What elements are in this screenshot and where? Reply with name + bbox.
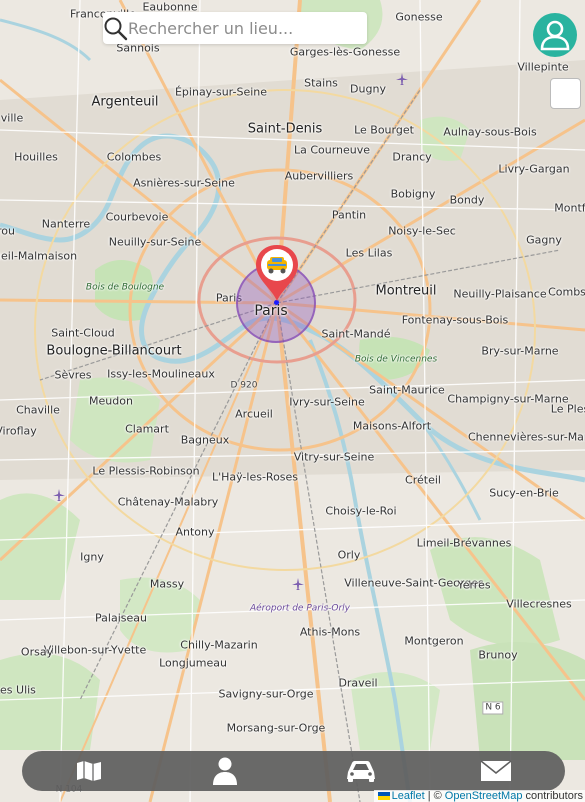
mail-icon bbox=[480, 760, 512, 781]
map-icon bbox=[77, 761, 101, 781]
car-location-marker[interactable] bbox=[254, 243, 300, 303]
osm-link[interactable]: OpenStreetMap bbox=[445, 790, 523, 802]
map-canvas[interactable] bbox=[0, 0, 585, 802]
layer-toggle-button[interactable] bbox=[550, 78, 581, 109]
nav-profile-button[interactable] bbox=[185, 751, 265, 791]
search-icon[interactable] bbox=[103, 16, 129, 42]
nav-car-button[interactable] bbox=[321, 751, 401, 791]
person-icon bbox=[213, 757, 237, 785]
leaflet-link[interactable]: Leaflet bbox=[392, 790, 425, 802]
profile-button[interactable] bbox=[533, 13, 577, 57]
map-attribution: Leaflet | © OpenStreetMap contributors bbox=[373, 790, 585, 802]
ukraine-flag-icon bbox=[377, 792, 390, 801]
airport-icon bbox=[292, 578, 304, 590]
airport-icon bbox=[396, 73, 408, 85]
attribution-contributors: contributors bbox=[525, 790, 583, 802]
airport-icon bbox=[53, 489, 65, 501]
bottom-nav bbox=[22, 751, 565, 791]
user-icon bbox=[540, 20, 570, 51]
search-bar[interactable] bbox=[103, 12, 367, 44]
attribution-separator: | © bbox=[427, 790, 442, 802]
search-input[interactable] bbox=[128, 12, 360, 44]
nav-map-button[interactable] bbox=[49, 751, 129, 791]
nav-mail-button[interactable] bbox=[456, 751, 536, 791]
car-icon bbox=[347, 761, 375, 782]
